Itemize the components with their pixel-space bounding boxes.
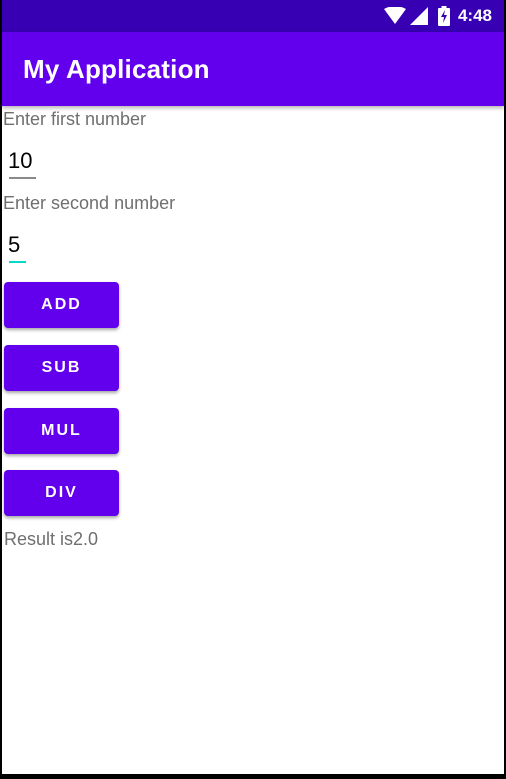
app-title: My Application — [23, 54, 210, 84]
second-number-underline — [9, 261, 26, 263]
status-bar: 4:48 — [2, 0, 504, 32]
first-number-label: Enter first number — [3, 109, 147, 129]
sub-button[interactable]: SUB — [4, 345, 119, 391]
first-number-input[interactable] — [8, 147, 36, 175]
wifi-icon — [383, 7, 406, 25]
add-button[interactable]: ADD — [4, 282, 119, 328]
second-number-input[interactable] — [8, 231, 36, 259]
status-clock: 4:48 — [457, 6, 492, 25]
signal-icon — [409, 7, 428, 25]
mul-button[interactable]: MUL — [4, 408, 119, 454]
status-icons: 4:48 — [383, 0, 492, 32]
phone-screen: 4:48 My Application Enter first number E… — [2, 0, 504, 774]
battery-icon — [437, 6, 450, 26]
div-button[interactable]: DIV — [4, 470, 119, 516]
first-number-underline — [9, 177, 36, 179]
second-number-label: Enter second number — [3, 193, 176, 213]
result-text: Result is2.0 — [4, 529, 99, 549]
app-bar: My Application — [2, 32, 504, 106]
